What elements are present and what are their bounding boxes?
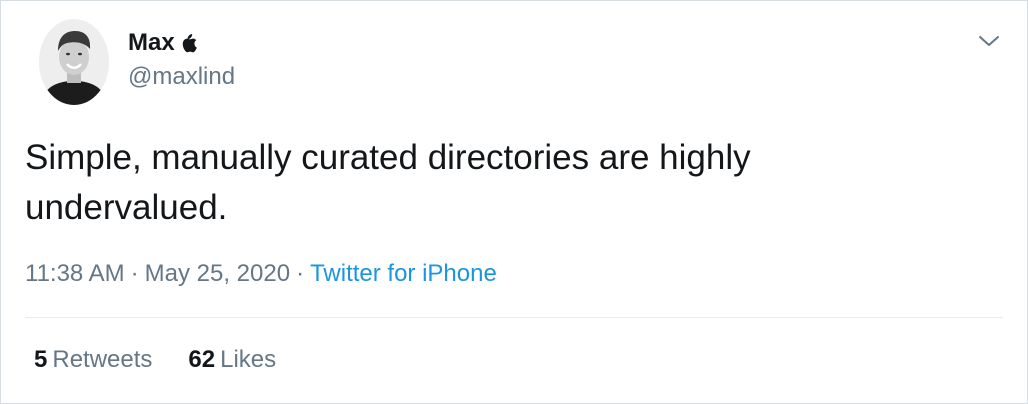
chevron-down-icon[interactable] xyxy=(977,31,1001,51)
tweet-source-link[interactable]: Twitter for iPhone xyxy=(310,260,497,287)
retweets-count: 5 xyxy=(34,346,48,373)
user-handle[interactable]: @maxlind xyxy=(128,62,235,92)
divider xyxy=(25,317,1003,318)
tweet-text-line-2: undervalued. xyxy=(25,188,228,227)
retweets-label: Retweets xyxy=(52,346,153,373)
tweet-text: Simple, manually curated directories are… xyxy=(25,133,925,233)
tweet-card: Max @maxlind Simple, manually curated di… xyxy=(0,0,1028,404)
retweets-stat[interactable]: 5 Retweets xyxy=(34,345,152,375)
apple-logo-icon xyxy=(181,33,197,53)
likes-count: 62 xyxy=(188,346,216,373)
tweet-text-line-1: Simple, manually curated directories are… xyxy=(25,138,751,177)
meta-separator: · xyxy=(130,260,139,287)
avatar[interactable] xyxy=(39,19,109,105)
display-name[interactable]: Max xyxy=(128,28,175,58)
meta-separator: · xyxy=(296,260,305,287)
likes-stat[interactable]: 62 Likes xyxy=(188,345,276,375)
tweet-metadata: 11:38 AM · May 25, 2020 · Twitter for iPhone xyxy=(25,259,497,289)
tweet-date[interactable]: May 25, 2020 xyxy=(145,260,290,287)
tweet-stats: 5 Retweets 62 Likes xyxy=(34,345,312,375)
avatar-photo-icon xyxy=(39,19,109,105)
likes-label: Likes xyxy=(220,346,277,373)
user-info: Max @maxlind xyxy=(128,28,235,92)
name-row: Max xyxy=(128,28,235,58)
tweet-time[interactable]: 11:38 AM xyxy=(25,260,125,287)
